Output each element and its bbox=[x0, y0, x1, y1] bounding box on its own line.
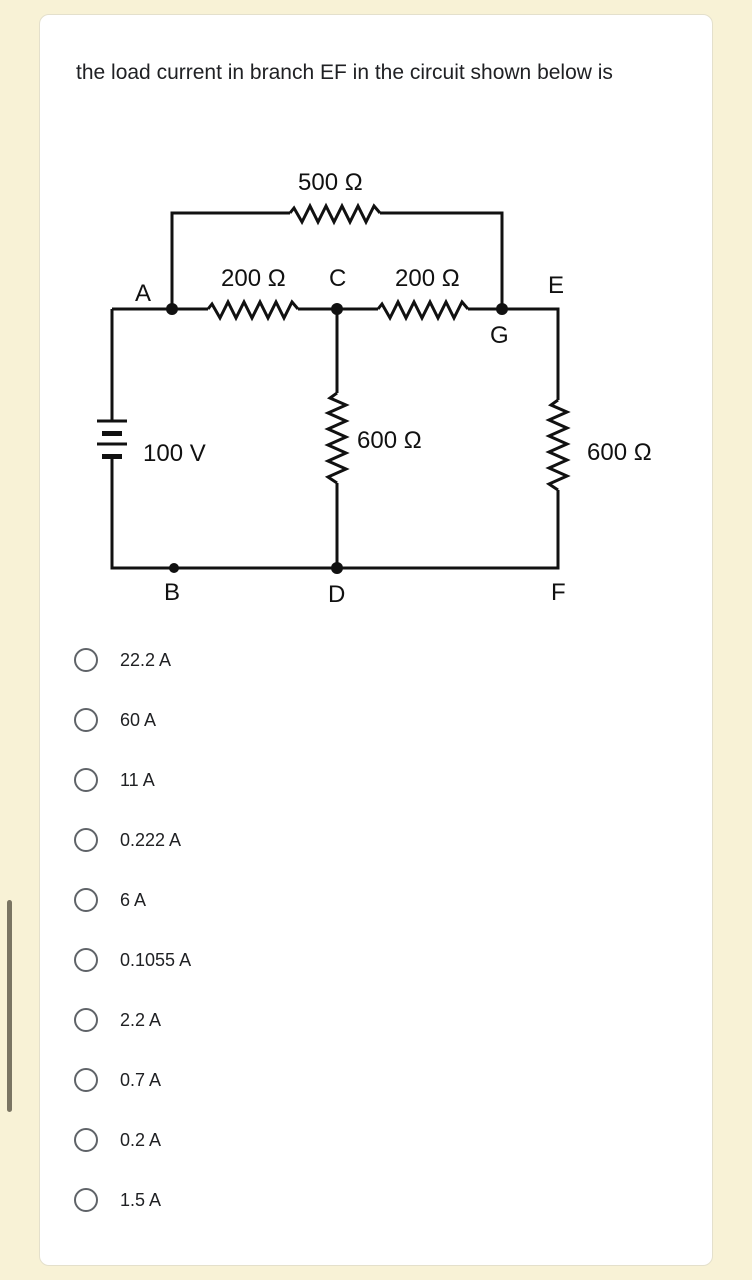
resistor-500 bbox=[288, 202, 382, 226]
radio-button[interactable] bbox=[74, 1128, 98, 1152]
label-node-a: A bbox=[135, 280, 151, 307]
node-g-dot bbox=[496, 303, 508, 315]
option-label: 0.1055 A bbox=[120, 949, 192, 970]
label-node-c: C bbox=[329, 265, 346, 292]
option-label: 1.5 A bbox=[120, 1189, 162, 1210]
option-label: 60 A bbox=[120, 709, 157, 730]
resistor-600-ef bbox=[545, 398, 571, 492]
radio-button[interactable] bbox=[74, 648, 98, 672]
option-9[interactable]: 0.2 A bbox=[74, 1123, 161, 1157]
option-8[interactable]: 0.7 A bbox=[74, 1063, 161, 1097]
option-label: 22.2 A bbox=[120, 649, 172, 670]
option-label: 0.2 A bbox=[120, 1129, 162, 1150]
option-1[interactable]: 22.2 A bbox=[74, 643, 171, 677]
radio-button[interactable] bbox=[74, 948, 98, 972]
radio-button[interactable] bbox=[74, 1008, 98, 1032]
wire-top-left bbox=[170, 211, 290, 309]
scrollbar[interactable] bbox=[7, 900, 12, 1112]
resistor-200-cg bbox=[376, 298, 470, 322]
label-source: 100 V bbox=[143, 440, 206, 467]
option-label: 11 A bbox=[120, 769, 155, 790]
node-b-dot bbox=[169, 563, 179, 573]
wire-top-right bbox=[380, 211, 504, 309]
wire-g-e bbox=[502, 307, 560, 400]
battery-plate-short-2 bbox=[102, 454, 122, 459]
radio-button[interactable] bbox=[74, 828, 98, 852]
label-r-top: 500 Ω bbox=[298, 169, 363, 196]
label-node-b: B bbox=[164, 579, 180, 606]
battery-plate-short-1 bbox=[102, 431, 122, 436]
label-node-e: E bbox=[548, 272, 564, 299]
option-4[interactable]: 0.222 A bbox=[74, 823, 181, 857]
option-10[interactable]: 1.5 A bbox=[74, 1183, 161, 1217]
option-6[interactable]: 0.1055 A bbox=[74, 943, 191, 977]
label-node-f: F bbox=[551, 579, 566, 606]
wire-left-bottom bbox=[110, 457, 337, 570]
option-label: 0.7 A bbox=[120, 1069, 162, 1090]
radio-button[interactable] bbox=[74, 1068, 98, 1092]
radio-button[interactable] bbox=[74, 708, 98, 732]
label-r-ac: 200 Ω bbox=[221, 265, 286, 292]
wire-bottom-right bbox=[337, 490, 560, 570]
circuit-diagram: 500 Ω 200 Ω C 200 Ω A E G 100 V 600 Ω 60… bbox=[97, 169, 652, 608]
radio-button[interactable] bbox=[74, 1188, 98, 1212]
label-r-cg: 200 Ω bbox=[395, 265, 460, 292]
option-label: 0.222 A bbox=[120, 829, 182, 850]
option-label: 6 A bbox=[120, 889, 147, 910]
node-d-dot bbox=[331, 562, 343, 574]
resistor-200-ac bbox=[206, 298, 300, 322]
option-label: 2.2 A bbox=[120, 1009, 162, 1030]
node-c-dot bbox=[331, 303, 343, 315]
label-node-d: D bbox=[328, 581, 345, 608]
radio-button[interactable] bbox=[74, 888, 98, 912]
resistor-600-cd bbox=[324, 391, 350, 485]
label-r-ef: 600 Ω bbox=[587, 439, 652, 466]
option-5[interactable]: 6 A bbox=[74, 883, 146, 917]
option-3[interactable]: 11 A bbox=[74, 763, 155, 797]
label-node-g: G bbox=[490, 322, 509, 349]
label-r-cd: 600 Ω bbox=[357, 427, 422, 454]
radio-button[interactable] bbox=[74, 768, 98, 792]
option-2[interactable]: 60 A bbox=[74, 703, 156, 737]
node-a-dot bbox=[166, 303, 178, 315]
option-7[interactable]: 2.2 A bbox=[74, 1003, 161, 1037]
